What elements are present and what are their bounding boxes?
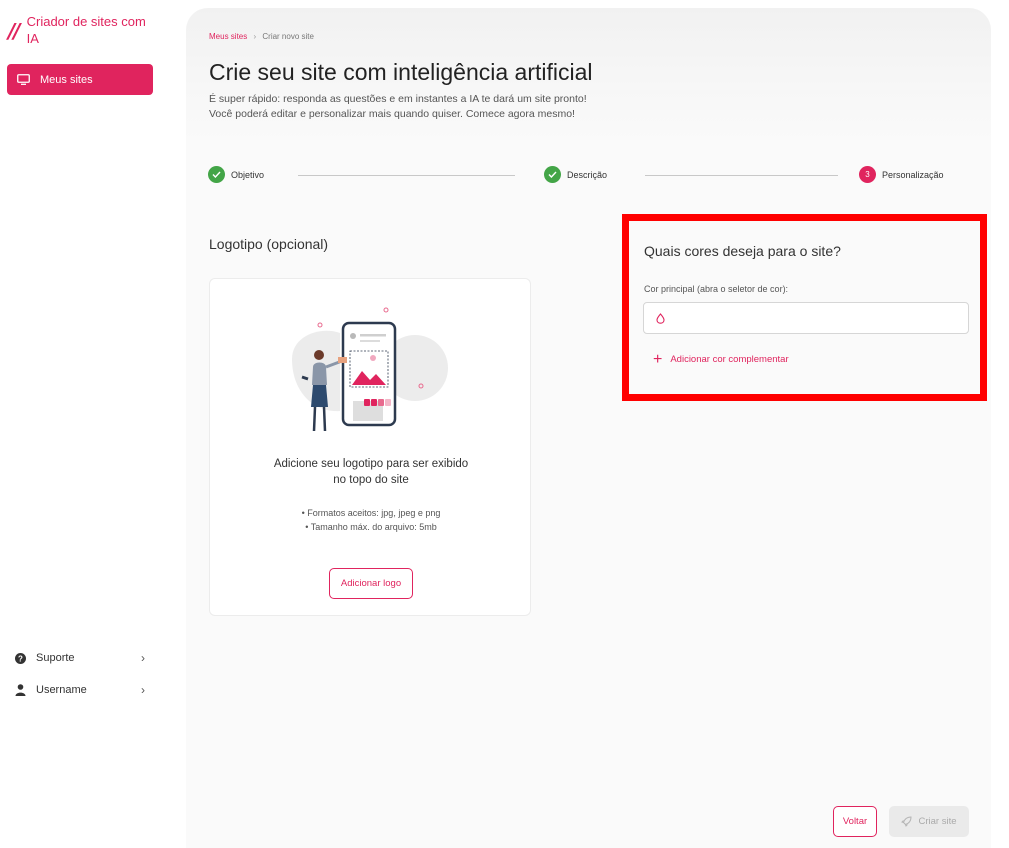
step-descricao: Descrição xyxy=(544,166,607,183)
logo-section-title: Logotipo (opcional) xyxy=(209,236,329,252)
subtitle-line-1: É super rápido: responda as questões e e… xyxy=(209,93,587,105)
brand-logo-icon: // xyxy=(8,19,21,43)
logo-card-title-line-2: no topo do site xyxy=(333,474,409,486)
upload-illustration xyxy=(292,307,448,432)
create-site-button[interactable]: Criar site xyxy=(889,806,969,837)
step-connector xyxy=(645,175,838,176)
add-complementary-color-label: Adicionar cor complementar xyxy=(670,354,789,365)
sidebar-item-suporte[interactable]: ? Suporte › xyxy=(15,648,145,668)
sidebar-item-username[interactable]: Username › xyxy=(15,680,145,700)
sidebar: // Criador de sites com IA Meus sites ? … xyxy=(0,0,170,848)
primary-color-input[interactable] xyxy=(643,302,969,334)
step-connector xyxy=(298,175,515,176)
step-number-badge: 3 xyxy=(859,166,876,183)
back-button[interactable]: Voltar xyxy=(833,806,877,837)
monitor-icon xyxy=(17,74,30,85)
main-content: Meus sites › Criar novo site Crie seu si… xyxy=(186,8,991,848)
breadcrumb-current: Criar novo site xyxy=(262,32,314,41)
colors-panel: Quais cores deseja para o site? Cor prin… xyxy=(622,214,987,401)
add-complementary-color-button[interactable]: + Adicionar cor complementar xyxy=(653,350,789,368)
create-site-label: Criar site xyxy=(918,816,957,827)
plus-icon: + xyxy=(653,350,663,368)
logo-requirement-size: • Tamanho máx. do arquivo: 5mb xyxy=(305,522,437,532)
sidebar-item-label: Suporte xyxy=(36,652,75,664)
add-logo-button[interactable]: Adicionar logo xyxy=(329,568,413,599)
chevron-right-icon: › xyxy=(141,683,145,697)
check-icon xyxy=(208,166,225,183)
logo-card-title-line-1: Adicione seu logotipo para ser exibido xyxy=(273,458,469,470)
user-icon xyxy=(15,684,26,696)
brand-title: Criador de sites com IA xyxy=(26,14,146,46)
help-circle-icon: ? xyxy=(15,652,26,664)
page-subtitle: É super rápido: responda as questões e e… xyxy=(209,92,729,122)
brand[interactable]: // Criador de sites com IA xyxy=(8,13,147,47)
logo-upload-card: Adicione seu logotipo para ser exibido n… xyxy=(209,278,531,616)
breadcrumb: Meus sites › Criar novo site xyxy=(209,32,314,41)
step-label: Objetivo xyxy=(231,169,265,180)
step-label: Personalização xyxy=(882,169,944,180)
color-drop-icon xyxy=(656,312,665,324)
breadcrumb-link-meus-sites[interactable]: Meus sites xyxy=(209,32,247,41)
sidebar-item-meus-sites[interactable]: Meus sites xyxy=(7,64,153,95)
sidebar-item-label: Username xyxy=(36,684,87,696)
check-icon xyxy=(544,166,561,183)
logo-card-title: Adicione seu logotipo para ser exibido n… xyxy=(210,456,532,488)
svg-text:?: ? xyxy=(18,654,23,663)
rocket-icon xyxy=(901,816,912,827)
logo-requirements: • Formatos aceitos: jpg, jpeg e png • Ta… xyxy=(210,506,532,534)
step-label: Descrição xyxy=(567,169,608,180)
step-objetivo: Objetivo xyxy=(208,166,264,183)
primary-color-label: Cor principal (abra o seletor de cor): xyxy=(644,284,789,294)
chevron-right-icon: › xyxy=(141,651,145,665)
sidebar-item-label: Meus sites xyxy=(40,73,93,86)
step-personalizacao: 3 Personalização xyxy=(859,166,944,183)
colors-section-title: Quais cores deseja para o site? xyxy=(644,243,841,259)
page-title: Crie seu site com inteligência artificia… xyxy=(209,59,593,85)
breadcrumb-separator: › xyxy=(253,32,257,41)
logo-requirement-formats: • Formatos aceitos: jpg, jpeg e png xyxy=(301,508,441,518)
subtitle-line-2: Você poderá editar e personalizar mais q… xyxy=(209,108,575,120)
